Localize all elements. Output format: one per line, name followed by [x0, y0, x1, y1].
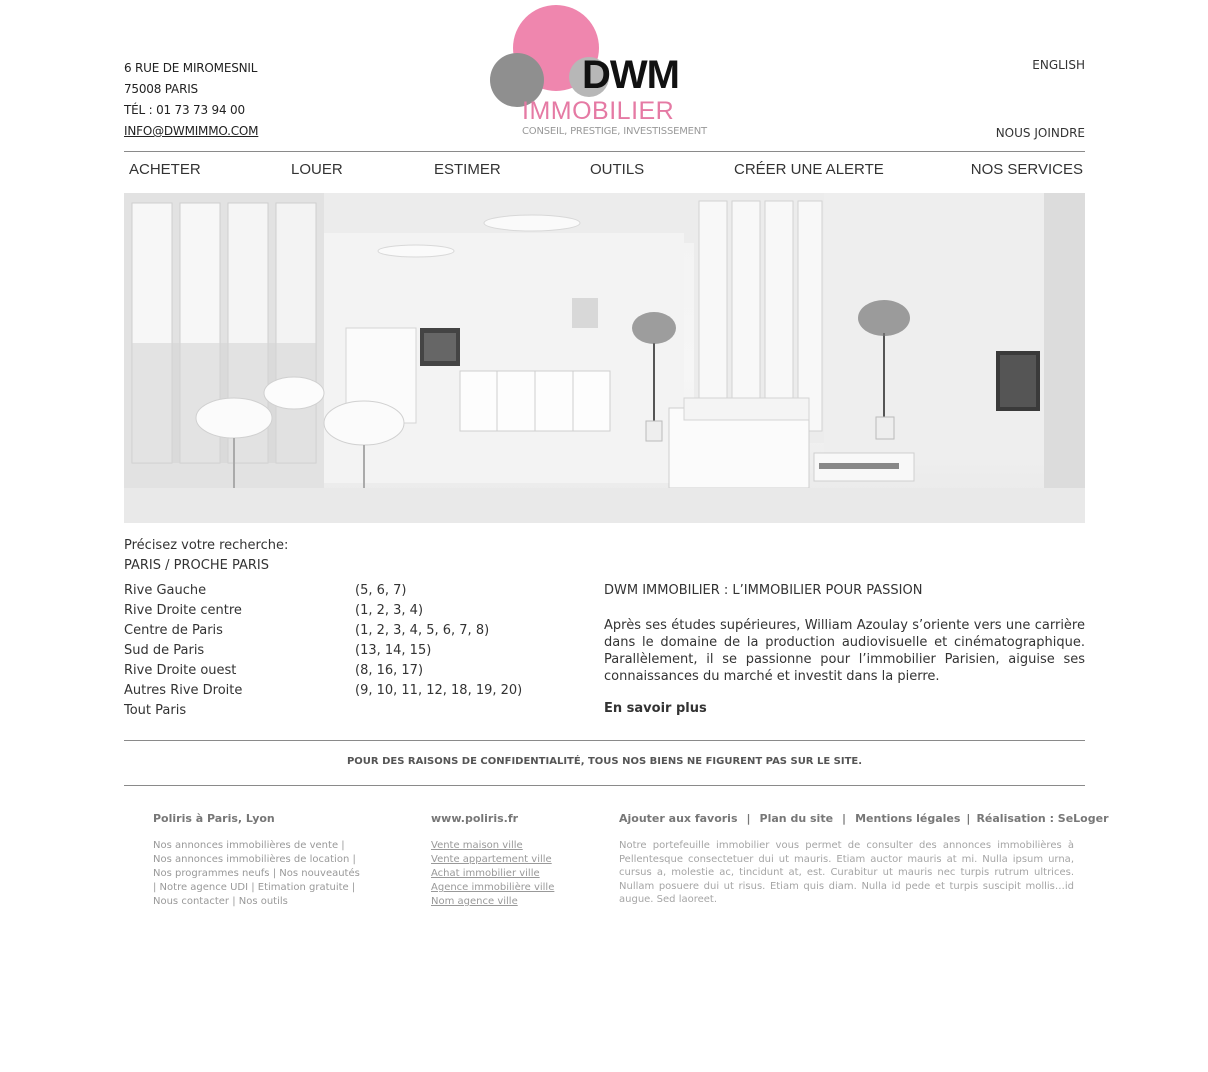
nav-item-acheter[interactable]: ACHETER	[129, 161, 201, 178]
add-favorites-link[interactable]: Ajouter aux favoris	[619, 812, 738, 825]
footer-col1-heading: Poliris à Paris, Lyon	[153, 812, 275, 825]
zone-list: Rive Gauche (5, 6, 7) Rive Droite centre…	[124, 581, 544, 721]
zone-name[interactable]: Autres Rive Droite	[124, 681, 242, 701]
list-item: Autres Rive Droite (9, 10, 11, 12, 18, 1…	[124, 681, 544, 701]
list-item: Rive Gauche (5, 6, 7)	[124, 581, 544, 601]
footer-col1-line[interactable]: Nous contacter | Nos outils	[153, 895, 360, 909]
notice-bottom-divider	[124, 785, 1085, 786]
list-item: Centre de Paris (1, 2, 3, 4, 5, 6, 7, 8)	[124, 621, 544, 641]
address-line-1: 6 RUE DE MIROMESNIL	[124, 61, 258, 75]
footer-col1-line[interactable]: Nos annonces immobilières de vente |	[153, 839, 360, 853]
search-intro-label: Précisez votre recherche:	[124, 538, 289, 553]
footer-separator: |	[842, 812, 847, 825]
zone-arrondissements: (13, 14, 15)	[355, 643, 432, 658]
footer-description: Notre portefeuille immobilier vous perme…	[619, 840, 1074, 905]
footer-link[interactable]: Achat immobilier ville	[431, 868, 540, 879]
search-subtitle: PARIS / PROCHE PARIS	[124, 558, 269, 573]
contact-link[interactable]: NOUS JOINDRE	[996, 126, 1085, 140]
email-link[interactable]: INFO@DWMIMMO.COM	[124, 124, 259, 138]
footer-col1-line[interactable]: Nos annonces immobilières de location |	[153, 853, 360, 867]
list-item: Sud de Paris (13, 14, 15)	[124, 641, 544, 661]
credits-link[interactable]: Réalisation : SeLoger	[976, 812, 1108, 825]
zone-name[interactable]: Centre de Paris	[124, 621, 223, 641]
legal-notice-link[interactable]: Mentions légales	[855, 812, 960, 825]
contact-block: 6 RUE DE MIROMESNIL 75008 PARIS TÉL : 01…	[124, 58, 259, 142]
footer-column-3: Ajouter aux favoris | Plan du site | Mention…	[619, 812, 1109, 907]
nav-item-estimer[interactable]: ESTIMER	[434, 161, 501, 178]
hero-interior-illustration	[124, 193, 1085, 523]
language-link[interactable]: ENGLISH	[1032, 58, 1085, 72]
footer-link[interactable]: Nom agence ville	[431, 896, 518, 907]
footer-col1-line[interactable]: Nos programmes neufs | Nos nouveautés	[153, 867, 360, 881]
phone-number: TÉL : 01 73 73 94 00	[124, 103, 245, 117]
sitemap-link[interactable]: Plan du site	[760, 812, 834, 825]
zone-name[interactable]: Rive Droite centre	[124, 601, 242, 621]
logo-sub-text: IMMOBILIER	[522, 97, 675, 125]
dwm-logo[interactable]: DWM IMMOBILIER CONSEIL, PRESTIGE, INVEST…	[490, 5, 720, 140]
zone-arrondissements: (8, 16, 17)	[355, 663, 424, 678]
about-section: DWM IMMOBILIER : L’IMMOBILIER POUR PASSI…	[604, 581, 1085, 716]
logo-tagline: CONSEIL, PRESTIGE, INVESTISSEMENT	[522, 126, 707, 137]
list-item: Tout Paris	[124, 701, 544, 721]
footer-link[interactable]: Vente maison ville	[431, 840, 523, 851]
footer-link[interactable]: Agence immobilière ville	[431, 882, 554, 893]
hero-image	[124, 193, 1085, 523]
zone-name[interactable]: Rive Gauche	[124, 581, 206, 601]
address-line-2: 75008 PARIS	[124, 82, 198, 96]
list-item: Rive Droite centre (1, 2, 3, 4)	[124, 601, 544, 621]
nav-item-nos-services[interactable]: NOS SERVICES	[971, 161, 1083, 178]
about-title: DWM IMMOBILIER : L’IMMOBILIER POUR PASSI…	[604, 583, 923, 598]
footer-separator: |	[746, 812, 751, 825]
footer-separator: |	[966, 812, 971, 825]
footer-column-2: www.poliris.fr Vente maison ville Vente …	[431, 812, 554, 909]
logo-main-text: DWM	[582, 53, 680, 97]
zone-name[interactable]: Sud de Paris	[124, 641, 204, 661]
main-nav: ACHETER LOUER ESTIMER OUTILS CRÉER UNE A…	[124, 161, 1085, 181]
header-divider	[124, 151, 1085, 152]
footer-utility-links: Ajouter aux favoris | Plan du site | Mention…	[619, 812, 1109, 826]
zone-arrondissements: (9, 10, 11, 12, 18, 19, 20)	[355, 683, 523, 698]
nav-item-louer[interactable]: LOUER	[291, 161, 343, 178]
read-more-link[interactable]: En savoir plus	[604, 701, 1085, 716]
footer-link[interactable]: Vente appartement ville	[431, 854, 552, 865]
zone-name[interactable]: Rive Droite ouest	[124, 661, 236, 681]
confidentiality-notice: POUR DES RAISONS DE CONFIDENTIALITÉ, TOU…	[346, 756, 863, 767]
zone-name[interactable]: Tout Paris	[124, 701, 186, 721]
zone-arrondissements: (1, 2, 3, 4)	[355, 603, 424, 618]
footer-col1-line[interactable]: | Notre agence UDI | Etimation gratuite …	[153, 881, 360, 895]
search-intro: Précisez votre recherche: PARIS / PROCHE…	[124, 536, 288, 576]
zone-arrondissements: (5, 6, 7)	[355, 583, 407, 598]
nav-item-outils[interactable]: OUTILS	[590, 161, 644, 178]
page: 6 RUE DE MIROMESNIL 75008 PARIS TÉL : 01…	[124, 0, 1109, 1072]
nav-item-creer-alerte[interactable]: CRÉER UNE ALERTE	[734, 161, 884, 178]
zone-arrondissements: (1, 2, 3, 4, 5, 6, 7, 8)	[355, 623, 490, 638]
footer-col2-heading: www.poliris.fr	[431, 812, 519, 825]
footer-column-1: Poliris à Paris, Lyon Nos annonces immob…	[153, 812, 360, 909]
notice-top-divider	[124, 740, 1085, 741]
list-item: Rive Droite ouest (8, 16, 17)	[124, 661, 544, 681]
about-text: Après ses études supérieures, William Az…	[604, 618, 1085, 684]
